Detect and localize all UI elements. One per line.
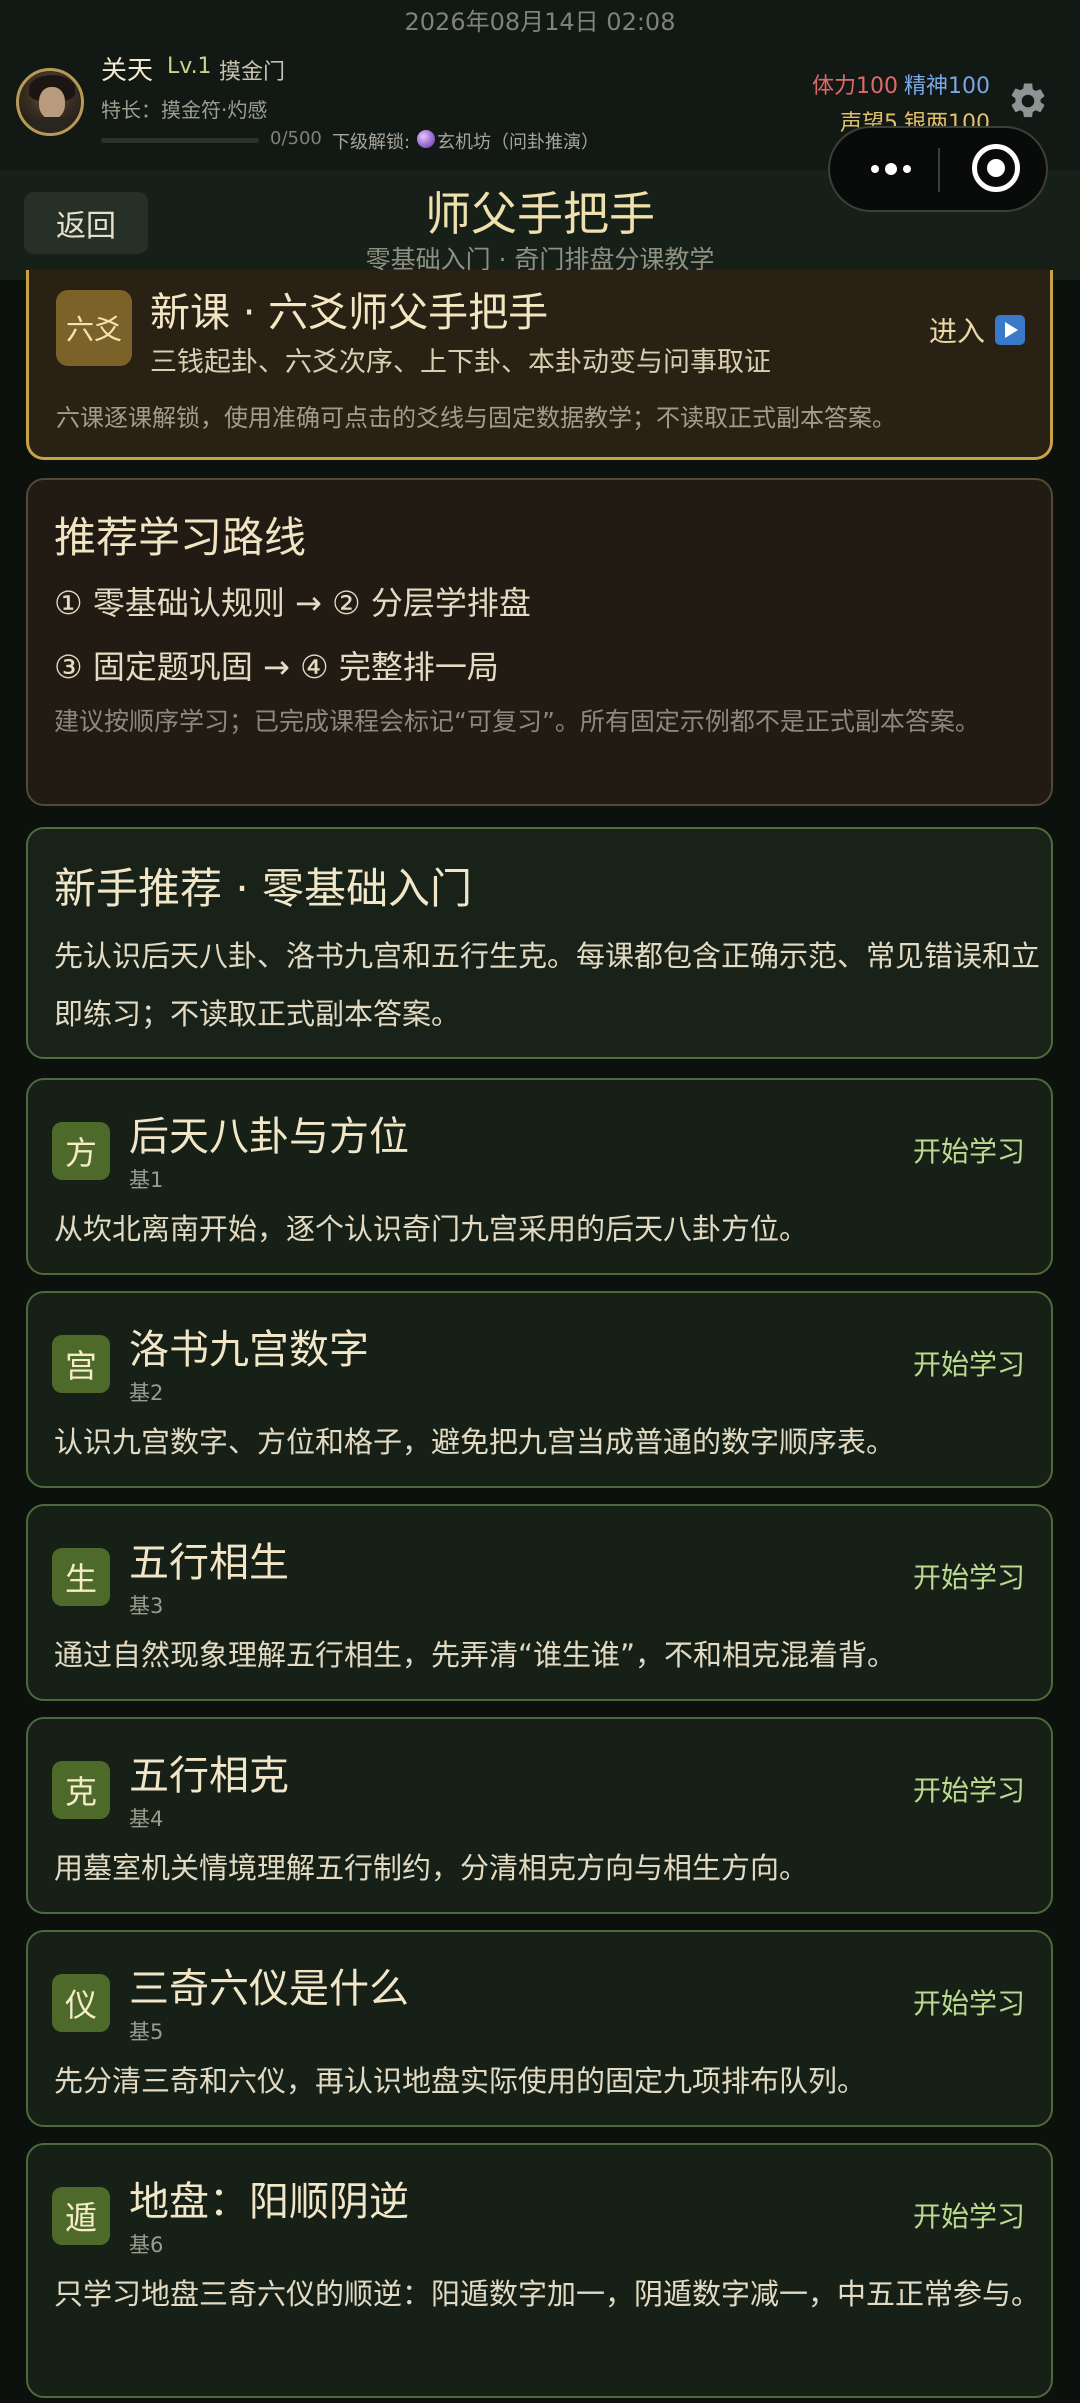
lesson-badge: 方 <box>52 1122 110 1180</box>
mini-program-capsule <box>828 126 1048 212</box>
learning-route-note: 建议按顺序学习；已完成课程会标记“可复习”。所有固定示例都不是正式副本答案。 <box>54 707 980 736</box>
lesson-card[interactable]: 仪 三奇六仪是什么 基5 开始学习 先分清三奇和六仪，再认识地盘实际使用的固定九… <box>26 1930 1053 2127</box>
gear-icon[interactable] <box>1007 80 1049 122</box>
lesson-description: 只学习地盘三奇六仪的顺逆：阳遁数字加一，阴遁数字减一，中五正常参与。 <box>54 2277 1041 2311</box>
lesson-description: 先分清三奇和六仪，再认识地盘实际使用的固定九项排布队列。 <box>54 2064 867 2098</box>
featured-course-subtitle: 三钱起卦、六爻次序、上下卦、本卦动变与问事取证 <box>150 347 771 378</box>
lesson-badge: 仪 <box>52 1974 110 2032</box>
learning-route-card: 推荐学习路线 ① 零基础认规则 → ② 分层学排盘 ③ 固定题巩固 → ④ 完整… <box>26 478 1053 806</box>
lesson-description: 用墓室机关情境理解五行制约，分清相克方向与相生方向。 <box>54 1851 809 1885</box>
lesson-description: 认识九宫数字、方位和格子，避免把九宫当成普通的数字顺序表。 <box>54 1425 896 1459</box>
xp-text: 0/500 <box>270 128 322 149</box>
stat-hp: 体力100 <box>812 74 898 99</box>
lesson-title: 洛书九宫数字 <box>129 1327 369 1373</box>
lesson-badge: 宫 <box>52 1335 110 1393</box>
featured-course-card[interactable]: 六爻 新课 · 六爻师父手把手 三钱起卦、六爻次序、上下卦、本卦动变与问事取证 … <box>26 270 1053 460</box>
lesson-card[interactable]: 遁 地盘：阳顺阴逆 基6 开始学习 只学习地盘三奇六仪的顺逆：阳遁数字加一，阴遁… <box>26 2143 1053 2398</box>
featured-course-description: 六课逐课解锁，使用准确可点击的爻线与固定数据教学；不读取正式副本答案。 <box>56 404 896 432</box>
lesson-code: 基2 <box>129 1381 164 1405</box>
player-name: 关天 <box>101 56 154 86</box>
unlock-target: 玄机坊（问卦推演） <box>437 132 599 153</box>
lesson-badge: 遁 <box>52 2187 110 2245</box>
start-learning-button[interactable]: 开始学习 <box>913 2195 1025 2235</box>
start-learning-button[interactable]: 开始学习 <box>913 1343 1025 1383</box>
lesson-card[interactable]: 宫 洛书九宫数字 基2 开始学习 认识九宫数字、方位和格子，避免把九宫当成普通的… <box>26 1291 1053 1488</box>
enter-course-button[interactable]: 进入 <box>929 310 1026 350</box>
unlock-label: 下级解锁: <box>332 132 411 153</box>
lesson-description: 通过自然现象理解五行相生，先弄清“谁生谁”，不和相克混着背。 <box>54 1638 897 1672</box>
close-ring-icon[interactable] <box>972 144 1020 192</box>
player-skill: 特长：摸金符·灼感 <box>101 98 268 122</box>
beginner-intro-body: 先认识后天八卦、洛书九宫和五行生克。每课都包含正确示范、常见错误和立即练习；不读… <box>54 939 1041 1031</box>
learning-route-title: 推荐学习路线 <box>54 513 307 562</box>
play-icon <box>995 315 1026 345</box>
course-badge: 六爻 <box>56 290 132 366</box>
lesson-badge: 生 <box>52 1548 110 1606</box>
player-sect: 摸金门 <box>219 60 286 85</box>
beginner-intro-title: 新手推荐 · 零基础入门 <box>54 864 473 913</box>
player-level: Lv.1 <box>167 54 212 79</box>
lesson-title: 五行相生 <box>129 1540 289 1586</box>
lesson-code: 基3 <box>129 1594 164 1618</box>
lesson-code: 基4 <box>129 1807 164 1831</box>
lesson-title: 三奇六仪是什么 <box>129 1966 409 2012</box>
learning-route-line-1: ① 零基础认规则 → ② 分层学排盘 <box>54 584 531 622</box>
lesson-title: 后天八卦与方位 <box>129 1114 409 1160</box>
lesson-title: 地盘：阳顺阴逆 <box>129 2179 409 2225</box>
featured-course-title: 新课 · 六爻师父手把手 <box>150 290 549 336</box>
lesson-title: 五行相克 <box>129 1753 289 1799</box>
lesson-card[interactable]: 方 后天八卦与方位 基1 开始学习 从坎北离南开始，逐个认识奇门九宫采用的后天八… <box>26 1078 1053 1275</box>
player-avatar[interactable] <box>16 68 84 136</box>
learning-route-line-2: ③ 固定题巩固 → ④ 完整排一局 <box>54 648 499 686</box>
crystal-ball-icon <box>417 130 435 148</box>
enter-label: 进入 <box>929 315 986 348</box>
status-datetime: 2026年08月14日 02:08 <box>404 8 676 36</box>
lesson-card[interactable]: 克 五行相克 基4 开始学习 用墓室机关情境理解五行制约，分清相克方向与相生方向… <box>26 1717 1053 1914</box>
lesson-card[interactable]: 生 五行相生 基3 开始学习 通过自然现象理解五行相生，先弄清“谁生谁”，不和相… <box>26 1504 1053 1701</box>
lesson-description: 从坎北离南开始，逐个认识奇门九宫采用的后天八卦方位。 <box>54 1212 809 1246</box>
xp-progress-bar <box>101 138 259 143</box>
stat-spirit: 精神100 <box>904 74 990 99</box>
start-learning-button[interactable]: 开始学习 <box>913 1130 1025 1170</box>
start-learning-button[interactable]: 开始学习 <box>913 1769 1025 1809</box>
more-dots-icon[interactable] <box>855 128 927 210</box>
lesson-code: 基1 <box>129 1168 164 1192</box>
start-learning-button[interactable]: 开始学习 <box>913 1982 1025 2022</box>
lesson-code: 基5 <box>129 2020 164 2044</box>
start-learning-button[interactable]: 开始学习 <box>913 1556 1025 1596</box>
beginner-intro-card: 新手推荐 · 零基础入门 先认识后天八卦、洛书九宫和五行生克。每课都包含正确示范… <box>26 827 1053 1059</box>
lesson-code: 基6 <box>129 2233 164 2257</box>
lesson-badge: 克 <box>52 1761 110 1819</box>
